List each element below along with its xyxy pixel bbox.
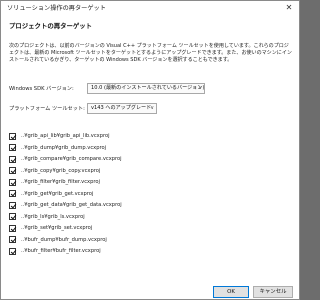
project-item[interactable]: ..¥grib_get_data¥grib_get_data.vcxproj	[9, 200, 293, 210]
close-icon[interactable]: ✕	[283, 2, 295, 13]
checkbox[interactable]	[9, 190, 16, 197]
description-text: 次のプロジェクトは、以前のバージョンの Visual C++ プラットフォーム …	[9, 43, 292, 64]
project-label: ..¥grib_ls¥grib_ls.vcxproj	[21, 213, 85, 220]
project-label: ..¥grib_get_data¥grib_get_data.vcxproj	[21, 202, 122, 208]
project-item[interactable]: ..¥grib_set¥grib_set.vcxproj	[9, 223, 293, 233]
window-title: ソリューション操作の再ターゲット	[7, 5, 106, 12]
project-label: ..¥grib_compare¥grib_compare.vcxproj	[21, 156, 122, 162]
project-item[interactable]: ..¥bufr_filter¥bufr_filter.vcxproj	[9, 246, 293, 256]
title-bar: ソリューション操作の再ターゲット ✕	[1, 1, 299, 15]
chevron-down-icon: ∨	[198, 85, 202, 91]
ok-button[interactable]: OK	[213, 286, 249, 298]
page-title: プロジェクトの再ターゲット	[9, 22, 93, 30]
project-item[interactable]: ..¥grib_filter¥grib_filter.vcxproj	[9, 177, 293, 187]
project-item[interactable]: ..¥grib_dump¥grib_dump.vcxproj	[9, 143, 293, 153]
checkbox[interactable]	[9, 213, 16, 220]
project-label: ..¥grib_filter¥grib_filter.vcxproj	[21, 179, 100, 185]
cancel-button[interactable]: キャンセル	[253, 286, 293, 298]
checkbox[interactable]	[9, 224, 16, 232]
toolset-value: v143 へのアップグレード	[91, 105, 152, 111]
checkbox[interactable]	[9, 167, 16, 174]
checkbox[interactable]	[9, 155, 16, 163]
checkbox[interactable]	[9, 236, 16, 243]
project-item[interactable]: ..¥grib_get¥grib_get.vcxproj	[9, 189, 293, 199]
project-label: ..¥grib_dump¥grib_dump.vcxproj	[21, 144, 107, 151]
sdk-version-label: Windows SDK バージョン:	[9, 86, 74, 92]
checkbox[interactable]	[9, 178, 16, 186]
project-item[interactable]: ..¥grib_api_lib¥grib_api_lib.vcxproj	[9, 131, 293, 141]
sdk-version-value: 10.0 (最新のインストールされているバージョン)	[91, 85, 205, 91]
project-item[interactable]: ..¥bufr_dump¥bufr_dump.vcxproj	[9, 235, 293, 245]
checkbox[interactable]	[9, 201, 16, 209]
toolset-label: プラットフォーム ツールセット:	[9, 106, 85, 112]
dialog-content: プロジェクトの再ターゲット 次のプロジェクトは、以前のバージョンの Visual…	[1, 15, 299, 285]
project-item[interactable]: ..¥grib_compare¥grib_compare.vcxproj	[9, 154, 293, 164]
dialog-footer: OK キャンセル	[1, 285, 299, 299]
checkbox[interactable]	[9, 144, 16, 151]
sdk-version-dropdown[interactable]: 10.0 (最新のインストールされているバージョン) ∨	[87, 83, 205, 94]
project-label: ..¥bufr_dump¥bufr_dump.vcxproj	[21, 236, 107, 243]
project-list: ..¥grib_api_lib¥grib_api_lib.vcxproj ..¥…	[9, 131, 293, 281]
project-label: ..¥grib_set¥grib_set.vcxproj	[21, 225, 93, 231]
project-label: ..¥grib_api_lib¥grib_api_lib.vcxproj	[21, 133, 110, 139]
retarget-dialog: ソリューション操作の再ターゲット ✕ プロジェクトの再ターゲット 次のプロジェク…	[0, 0, 300, 300]
checkbox[interactable]	[9, 132, 16, 140]
toolset-dropdown[interactable]: v143 へのアップグレード ∨	[87, 103, 157, 114]
project-label: ..¥grib_copy¥grib_copy.vcxproj	[21, 167, 101, 174]
project-item[interactable]: ..¥grib_copy¥grib_copy.vcxproj	[9, 166, 293, 176]
project-label: ..¥grib_get¥grib_get.vcxproj	[21, 190, 94, 197]
project-item[interactable]: ..¥grib_ls¥grib_ls.vcxproj	[9, 212, 293, 222]
project-label: ..¥bufr_filter¥bufr_filter.vcxproj	[21, 248, 101, 254]
checkbox[interactable]	[9, 247, 16, 255]
chevron-down-icon: ∨	[150, 105, 154, 111]
